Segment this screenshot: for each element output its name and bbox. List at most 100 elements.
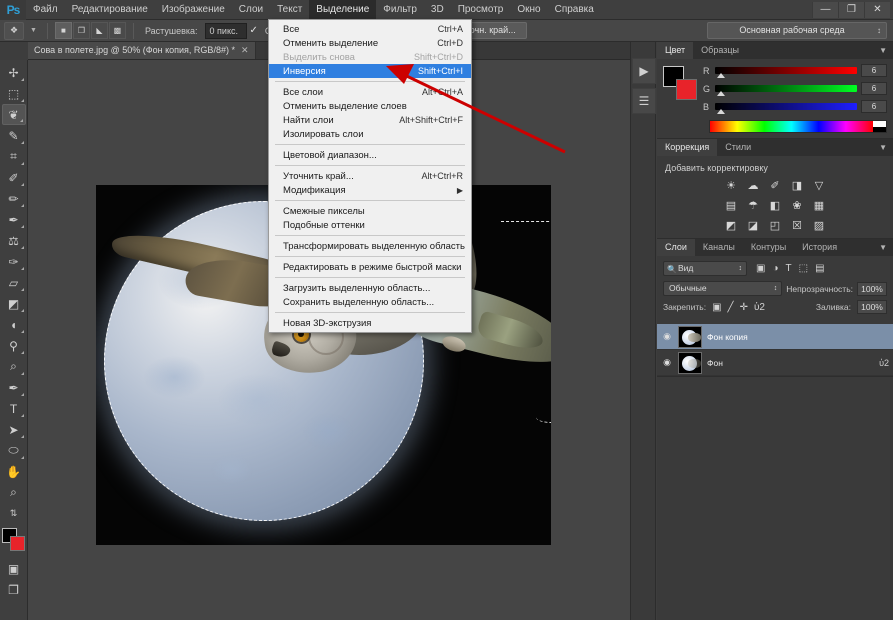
red-value[interactable]: 6 [861, 64, 887, 77]
green-value[interactable]: 6 [861, 82, 887, 95]
panel-menu-icon[interactable]: ▼ [879, 243, 893, 252]
layer-visibility-icon[interactable]: ◉ [661, 331, 673, 342]
menu-3d[interactable]: 3D [424, 0, 451, 20]
menu-item-deselect[interactable]: Отменить выделение Ctrl+D [269, 36, 471, 50]
swap-colors-icon[interactable]: ⇅ [2, 503, 26, 524]
photo-filter-icon[interactable]: ❀ [790, 198, 805, 213]
slider-thumb[interactable] [717, 109, 725, 114]
invert-icon[interactable]: ◪ [746, 218, 761, 233]
filter-type-icon[interactable]: T [786, 263, 792, 274]
selection-menu-dropdown[interactable]: Все Ctrl+A Отменить выделение Ctrl+D Выд… [268, 19, 472, 333]
zoom-tool[interactable]: ⌕ [2, 356, 26, 377]
table-row[interactable]: ◉ Фон копия [657, 324, 893, 350]
slider-thumb[interactable] [717, 73, 725, 78]
intersect-selection-button[interactable]: ▩ [108, 22, 126, 39]
color-balance-icon[interactable]: ☂ [746, 198, 761, 213]
path-selection-tool[interactable]: ➤ [2, 419, 26, 440]
menu-image[interactable]: Изображение [155, 0, 232, 20]
blur-tool[interactable]: ◖ [2, 314, 26, 335]
tab-history[interactable]: История [794, 239, 845, 256]
panel-menu-icon[interactable]: ▼ [879, 46, 893, 55]
lock-position-icon[interactable]: ✛ [740, 302, 748, 313]
active-tool-icon[interactable]: ❖ [4, 21, 24, 40]
menu-item-save-selection[interactable]: Сохранить выделенную область... [269, 295, 471, 309]
menu-text[interactable]: Текст [270, 0, 309, 20]
menu-layers[interactable]: Слои [232, 0, 270, 20]
menu-item-select-all[interactable]: Все Ctrl+A [269, 22, 471, 36]
tab-layers[interactable]: Слои [657, 239, 695, 256]
layer-filter-select[interactable]: Вид [663, 261, 747, 276]
tab-adjustments[interactable]: Коррекция [657, 139, 718, 156]
menu-item-grow[interactable]: Смежные пикселы [269, 204, 471, 218]
lock-all-icon[interactable]: ὑ2 [754, 302, 765, 313]
add-to-selection-button[interactable]: ❐ [72, 22, 90, 39]
menu-selection[interactable]: Выделение [309, 0, 377, 20]
filter-pixel-icon[interactable]: ▣ [756, 263, 765, 274]
eraser-tool[interactable]: ▱ [2, 272, 26, 293]
black-white-icon[interactable]: ◧ [768, 198, 783, 213]
spectrum-gradient[interactable] [710, 121, 873, 132]
subtract-from-selection-button[interactable]: ◣ [90, 22, 108, 39]
close-button[interactable]: ✕ [864, 1, 890, 18]
tab-channels[interactable]: Каналы [695, 239, 743, 256]
menu-item-color-range[interactable]: Цветовой диапазон... [269, 148, 471, 162]
menu-item-find-layers[interactable]: Найти слои Alt+Shift+Ctrl+F [269, 113, 471, 127]
layer-thumbnail[interactable] [678, 351, 702, 374]
gradient-map-icon[interactable]: ▨ [812, 218, 827, 233]
blue-slider[interactable] [715, 103, 857, 114]
filter-shape-icon[interactable]: ⬚ [799, 263, 808, 274]
spectrum-blackwhite[interactable] [873, 121, 886, 132]
tab-paths[interactable]: Контуры [743, 239, 794, 256]
marquee-tool[interactable]: ⬚ [2, 83, 26, 104]
menu-edit[interactable]: Редактирование [65, 0, 155, 20]
brush-tool[interactable]: ✒ [2, 209, 26, 230]
workspace-selector[interactable]: Основная рабочая среда [707, 22, 887, 39]
color-spectrum-ramp[interactable] [709, 120, 887, 133]
timeline-icon[interactable]: ☰ [632, 88, 656, 114]
menu-item-edit-in-quick-mask[interactable]: Редактировать в режиме быстрой маски [269, 260, 471, 274]
history-brush-tool[interactable]: ✑ [2, 251, 26, 272]
quick-selection-tool[interactable]: ✎ [2, 125, 26, 146]
menu-filter[interactable]: Фильтр [376, 0, 424, 20]
panel-menu-icon[interactable]: ▼ [879, 143, 893, 152]
hue-saturation-icon[interactable]: ▤ [724, 198, 739, 213]
blend-mode-select[interactable]: Обычные [663, 281, 783, 296]
tab-styles[interactable]: Стили [717, 139, 759, 156]
clone-stamp-tool[interactable]: ⚖ [2, 230, 26, 251]
menu-file[interactable]: Файл [26, 0, 65, 20]
menu-item-deselect-layers[interactable]: Отменить выделение слоев [269, 99, 471, 113]
menu-item-transform-selection[interactable]: Трансформировать выделенную область [269, 239, 471, 253]
feather-input[interactable]: 0 пикс. [204, 22, 247, 39]
color-swatches[interactable] [1, 528, 26, 552]
tab-swatches[interactable]: Образцы [693, 42, 747, 59]
color-panel-swatches[interactable] [663, 66, 697, 100]
channel-mixer-icon[interactable]: ▦ [812, 198, 827, 213]
layer-visibility-icon[interactable]: ◉ [661, 357, 673, 368]
restore-button[interactable]: ❐ [838, 1, 864, 18]
fill-value[interactable]: 100% [857, 300, 887, 314]
curves-icon[interactable]: ✐ [768, 178, 783, 193]
table-row[interactable]: ◉ Фон ὑ2 [657, 350, 893, 376]
menu-item-new-3d-extrusion[interactable]: Новая 3D-экструзия [269, 316, 471, 330]
quick-mask-icon[interactable]: ▣ [2, 558, 26, 579]
color-lookup-icon[interactable]: ◩ [724, 218, 739, 233]
red-slider[interactable] [715, 67, 857, 78]
menu-view[interactable]: Просмотр [451, 0, 511, 20]
levels-icon[interactable]: ☁ [746, 178, 761, 193]
minimize-button[interactable]: — [812, 1, 838, 18]
menu-item-refine-edge[interactable]: Уточнить край... Alt+Ctrl+R [269, 169, 471, 183]
gradient-tool[interactable]: ◩ [2, 293, 26, 314]
layer-thumbnail[interactable] [678, 325, 702, 348]
menu-window[interactable]: Окно [510, 0, 547, 20]
new-selection-button[interactable]: ■ [54, 22, 72, 39]
close-icon[interactable]: ✕ [241, 42, 249, 59]
opacity-value[interactable]: 100% [857, 281, 887, 296]
eyedropper-tool[interactable]: ✐ [2, 167, 26, 188]
type-tool[interactable]: T [2, 398, 26, 419]
pen-tool[interactable]: ✒ [2, 377, 26, 398]
green-slider[interactable] [715, 85, 857, 96]
lock-image-pixels-icon[interactable]: ╱ [728, 302, 734, 313]
filter-adjustment-icon[interactable]: ◑ [772, 263, 778, 274]
brightness-contrast-icon[interactable]: ☀ [724, 178, 739, 193]
crop-tool[interactable]: ⌗ [2, 146, 26, 167]
